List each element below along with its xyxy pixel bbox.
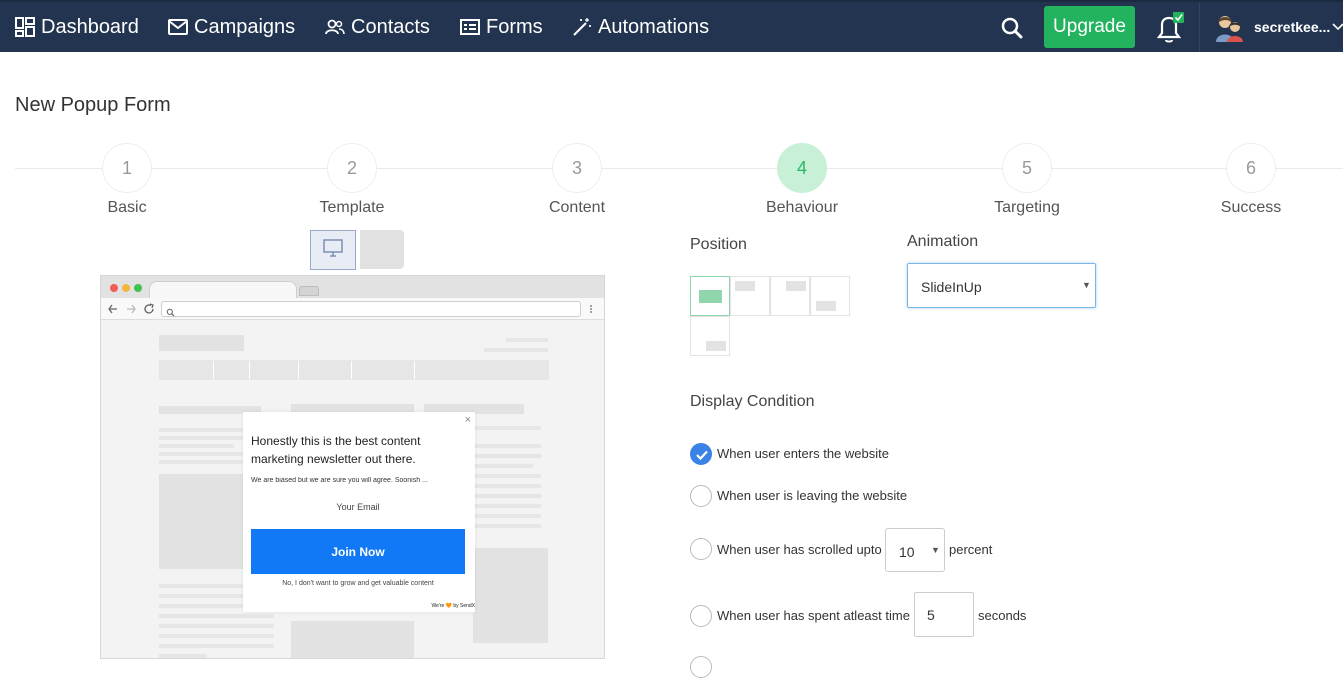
condition-time-radio[interactable] bbox=[690, 605, 712, 627]
envelope-icon bbox=[167, 16, 189, 38]
condition-time-label: When user has spent atleast time bbox=[717, 608, 910, 623]
browser-tab-bar bbox=[101, 276, 604, 298]
bell-icon[interactable] bbox=[1151, 10, 1187, 46]
step-basic[interactable]: 1 Basic bbox=[67, 143, 187, 217]
dashboard-icon bbox=[14, 16, 36, 38]
back-arrow-icon bbox=[108, 302, 118, 320]
condition-scroll-radio[interactable] bbox=[690, 538, 712, 560]
browser-address-bar bbox=[161, 301, 581, 317]
kebab-menu-icon bbox=[589, 302, 593, 320]
popup-subtitle: We are biased but we are sure you will a… bbox=[251, 477, 428, 484]
step-label: Basic bbox=[107, 199, 147, 216]
search-icon bbox=[166, 304, 175, 322]
upgrade-button[interactable]: Upgrade bbox=[1044, 6, 1135, 48]
browser-address-row bbox=[101, 298, 604, 320]
mobile-preview-toggle[interactable] bbox=[360, 230, 404, 269]
step-template[interactable]: 2 Template bbox=[292, 143, 412, 217]
step-label: Content bbox=[548, 199, 606, 216]
step-targeting[interactable]: 5 Targeting bbox=[967, 143, 1087, 217]
step-content[interactable]: 3 Content bbox=[517, 143, 637, 217]
nav-automations-label: Automations bbox=[598, 15, 710, 38]
desktop-preview-toggle[interactable] bbox=[310, 230, 356, 270]
step-success[interactable]: 6 Success bbox=[1191, 143, 1311, 217]
popup-decline-link[interactable]: No, I don't want to grow and get valuabl… bbox=[251, 580, 465, 587]
condition-scroll-suffix: percent bbox=[949, 542, 993, 557]
monitor-icon bbox=[322, 238, 344, 263]
condition-leave-label: When user is leaving the website bbox=[717, 488, 908, 503]
page-title: New Popup Form bbox=[15, 94, 171, 116]
step-label: Targeting bbox=[994, 199, 1060, 216]
chevron-down-icon bbox=[1332, 18, 1343, 36]
condition-enter-radio[interactable] bbox=[690, 443, 712, 465]
window-minimize-dot bbox=[122, 284, 130, 292]
condition-scroll-label: When user has scrolled upto bbox=[717, 542, 882, 557]
time-seconds-input[interactable] bbox=[914, 592, 974, 637]
popup-preview-browser: × Honestly this is the best content mark… bbox=[100, 275, 605, 659]
browser-tab bbox=[149, 281, 297, 298]
nav-dashboard[interactable]: Dashboard bbox=[14, 2, 139, 52]
contacts-icon bbox=[324, 16, 346, 38]
nav-automations[interactable]: Automations bbox=[571, 2, 709, 52]
dropdown-caret-icon: ▼ bbox=[1082, 280, 1091, 290]
scroll-percent-select[interactable]: 10 ▼ bbox=[885, 528, 945, 572]
animation-value: SlideInUp bbox=[921, 279, 982, 295]
user-menu[interactable]: secretkee... bbox=[1199, 2, 1343, 52]
nav-contacts[interactable]: Contacts bbox=[324, 2, 430, 52]
step-number: 2 bbox=[327, 143, 377, 193]
step-number: 6 bbox=[1226, 143, 1276, 193]
position-bottom-left[interactable] bbox=[690, 316, 730, 356]
username: secretkee... bbox=[1254, 19, 1331, 35]
step-number: 5 bbox=[1002, 143, 1052, 193]
nav-campaigns[interactable]: Campaigns bbox=[167, 2, 295, 52]
popup-join-button[interactable]: Join Now bbox=[251, 529, 465, 574]
position-bottom-right[interactable] bbox=[810, 276, 850, 316]
dropdown-caret-icon: ▼ bbox=[931, 545, 940, 555]
nav-forms[interactable]: Forms bbox=[459, 2, 543, 52]
animation-select[interactable]: SlideInUp ▼ bbox=[907, 263, 1096, 308]
forward-arrow-icon bbox=[126, 302, 136, 320]
search-icon[interactable] bbox=[998, 14, 1026, 42]
popup-preview: × Honestly this is the best content mark… bbox=[243, 412, 475, 612]
step-number: 3 bbox=[552, 143, 602, 193]
avatar bbox=[1214, 12, 1244, 42]
nav-campaigns-label: Campaigns bbox=[194, 15, 296, 38]
position-label: Position bbox=[690, 236, 747, 253]
condition-leave-radio[interactable] bbox=[690, 485, 712, 507]
scroll-percent-value: 10 bbox=[899, 544, 915, 560]
position-top-left[interactable] bbox=[730, 276, 770, 316]
popup-credit: We're 🧡 by SendX bbox=[431, 603, 476, 609]
popup-close-icon[interactable]: × bbox=[465, 414, 471, 426]
display-condition-label: Display Condition bbox=[690, 393, 815, 410]
animation-label: Animation bbox=[907, 233, 979, 250]
window-maximize-dot bbox=[134, 284, 142, 292]
condition-enter-label: When user enters the website bbox=[717, 446, 889, 461]
forms-icon bbox=[459, 16, 481, 38]
nav-contacts-label: Contacts bbox=[351, 15, 430, 38]
browser-new-tab bbox=[299, 286, 319, 296]
step-label: Template bbox=[319, 199, 385, 216]
magic-wand-icon bbox=[571, 16, 593, 38]
step-number: 4 bbox=[777, 143, 827, 193]
reload-icon bbox=[143, 302, 155, 320]
nav-dashboard-label: Dashboard bbox=[41, 15, 139, 38]
condition-more-radio[interactable] bbox=[690, 656, 712, 678]
popup-email-field[interactable]: Your Email bbox=[251, 502, 465, 522]
step-label: Behaviour bbox=[765, 199, 839, 216]
condition-time-suffix: seconds bbox=[978, 608, 1027, 623]
step-number: 1 bbox=[102, 143, 152, 193]
position-center[interactable] bbox=[690, 276, 730, 316]
step-label: Success bbox=[1220, 199, 1282, 216]
top-navbar: Dashboard Campaigns Contacts Forms Autom… bbox=[0, 0, 1343, 52]
stepper-line bbox=[15, 168, 1343, 169]
check-icon bbox=[696, 450, 708, 461]
nav-forms-label: Forms bbox=[486, 15, 543, 38]
popup-title: Honestly this is the best content market… bbox=[251, 434, 421, 466]
position-top-right[interactable] bbox=[770, 276, 810, 316]
window-close-dot bbox=[110, 284, 118, 292]
step-behaviour[interactable]: 4 Behaviour bbox=[742, 143, 862, 217]
